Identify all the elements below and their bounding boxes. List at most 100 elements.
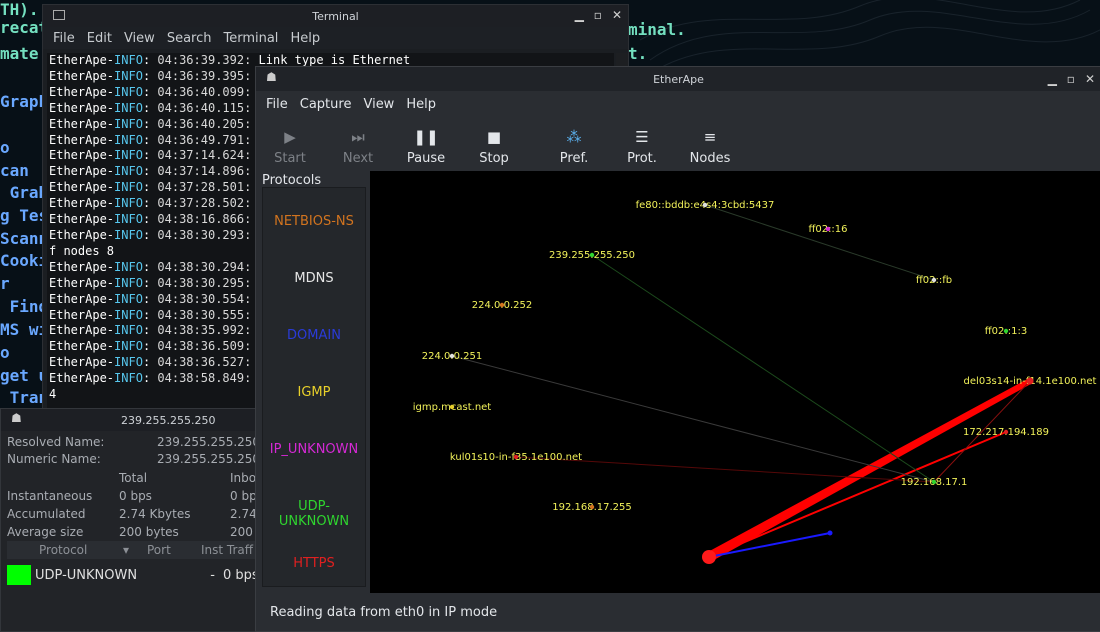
start-button-label: Start (274, 150, 306, 166)
terminal-time: 04:36:40.205: (157, 116, 252, 131)
terminal-sep: : (142, 259, 158, 274)
network-node-dot[interactable] (589, 252, 595, 258)
terminal-info: INFO (114, 323, 143, 338)
menu-help[interactable]: Help (402, 97, 444, 112)
terminal-tag: EtherApe- (49, 227, 115, 242)
desktop-text: Graph (0, 92, 49, 111)
terminal-menu-terminal[interactable]: Terminal (219, 31, 286, 46)
network-node-dot[interactable] (499, 302, 505, 308)
network-link[interactable] (708, 431, 1007, 558)
terminal-info: INFO (114, 116, 143, 131)
etherape-window[interactable]: ☗ EtherApe ▁ ▫ ✕ File Capture View Help … (255, 66, 1100, 632)
header-protocol[interactable]: Protocol (39, 543, 87, 557)
menu-capture[interactable]: Capture (296, 97, 360, 112)
maximize-icon[interactable]: ▫ (1067, 72, 1075, 86)
terminal-tag: EtherApe- (49, 132, 115, 147)
node-info-title: 239.255.255.250 (121, 413, 216, 427)
desktop-text: o (0, 138, 10, 157)
nodes-button[interactable]: ≡ Nodes (676, 117, 744, 175)
terminal-sep: : (142, 291, 158, 306)
network-diagram[interactable]: fe80::bddb:e4s4:3cbd:5437ff02::16239.255… (370, 171, 1100, 593)
desktop-text: Scann (0, 229, 49, 248)
node-info-titlebar[interactable]: ☗ 239.255.255.250 (1, 409, 259, 431)
terminal-menu-search[interactable]: Search (163, 31, 220, 46)
maximize-icon[interactable]: ▫ (594, 8, 602, 22)
stat-inbound: 200 (230, 525, 253, 539)
close-icon[interactable]: ✕ (612, 8, 622, 22)
network-node-dot[interactable] (827, 530, 833, 536)
terminal-tag: EtherApe- (49, 164, 115, 179)
protocol-legend-item[interactable]: NETBIOS-NS (263, 214, 365, 229)
network-node-dot[interactable] (702, 202, 708, 208)
row-inst-traffic: 0 bps (223, 567, 259, 583)
terminal-menu-edit[interactable]: Edit (83, 31, 120, 46)
node-info-window[interactable]: ☗ 239.255.255.250 Resolved Name: 239.255… (0, 408, 260, 632)
network-node-dot[interactable] (589, 504, 595, 510)
network-node-dot[interactable] (1003, 328, 1009, 334)
local-host-node[interactable] (702, 550, 716, 564)
terminal-titlebar[interactable]: Terminal ▁ ▫ ✕ (43, 5, 628, 27)
network-node-dot[interactable] (1003, 429, 1009, 435)
network-link[interactable] (591, 254, 935, 483)
protocols-panel: Protocols NETBIOS-NS MDNS DOMAIN IGMP IP_UNK… (262, 173, 368, 587)
terminal-tag: EtherApe- (49, 291, 115, 306)
terminal-info: INFO (114, 291, 143, 306)
terminal-menu-help[interactable]: Help (286, 31, 328, 46)
terminal-time: 04:36:40.099: (157, 84, 252, 99)
terminal-info: INFO (114, 100, 143, 115)
protocol-legend-item[interactable]: IP_UNKNOWN (263, 442, 365, 457)
prot-icon: ☰ (635, 127, 649, 146)
next-button[interactable]: ⏭ Next (324, 117, 392, 175)
network-node-dot[interactable] (449, 353, 455, 359)
pause-button[interactable]: ❚❚ Pause (392, 117, 460, 175)
prot-button[interactable]: ☰ Prot. (608, 117, 676, 175)
network-graph-svg[interactable]: fe80::bddb:e4s4:3cbd:5437ff02::16239.255… (370, 171, 1100, 593)
protocol-legend-item[interactable]: IGMP (263, 385, 365, 400)
network-node-dot[interactable] (931, 277, 937, 283)
protocol-legend-item[interactable]: HTTPS (263, 556, 365, 571)
header-inst-traffic[interactable]: Inst Traff (201, 543, 253, 557)
terminal-line-text: f nodes 8 (49, 243, 115, 258)
start-button[interactable]: ▶ Start (256, 117, 324, 175)
terminal-time: 04:37:28.501: (157, 180, 252, 195)
protocol-legend-item[interactable]: DOMAIN (263, 328, 365, 343)
network-link[interactable] (451, 355, 935, 483)
table-row[interactable]: UDP-UNKNOWN - 0 bps (7, 564, 259, 586)
minimize-icon[interactable]: ▁ (1048, 72, 1057, 86)
network-link[interactable] (704, 204, 935, 281)
stop-button-label: Stop (479, 150, 509, 166)
stat-total: 0 bps (119, 489, 152, 503)
network-node-dot[interactable] (931, 479, 937, 485)
pause-icon: ❚❚ (413, 127, 439, 146)
stat-label: Instantaneous (7, 489, 93, 503)
menu-view[interactable]: View (359, 97, 402, 112)
protocol-legend-item[interactable]: UDP-UNKNOWN (263, 499, 365, 529)
terminal-time: 04:38:30.293: (157, 227, 252, 242)
etherape-titlebar[interactable]: ☗ EtherApe ▁ ▫ ✕ (256, 67, 1100, 91)
close-icon[interactable]: ✕ (1085, 72, 1095, 86)
network-node-dot[interactable] (449, 404, 455, 410)
prot-button-label: Prot. (627, 150, 657, 166)
numeric-name-label: Numeric Name: (7, 452, 101, 466)
header-port[interactable]: Port (147, 543, 171, 557)
terminal-menu-view[interactable]: View (120, 31, 163, 46)
menu-file[interactable]: File (262, 97, 296, 112)
network-node-dot[interactable] (513, 454, 519, 460)
terminal-info: INFO (114, 196, 143, 211)
terminal-info: INFO (114, 307, 143, 322)
network-node-dot[interactable] (1026, 377, 1034, 385)
network-node-dot[interactable] (825, 226, 831, 232)
etherape-title: EtherApe (653, 72, 704, 86)
network-link[interactable] (706, 378, 1032, 562)
terminal-tag: EtherApe- (49, 196, 115, 211)
stop-button[interactable]: ■ Stop (460, 117, 528, 175)
protocol-legend-item[interactable]: MDNS (263, 271, 365, 286)
terminal-time: 04:37:14.896: (157, 164, 252, 179)
sort-chevron-icon[interactable]: ▾ (123, 543, 129, 557)
terminal-info: INFO (114, 164, 143, 179)
terminal-menu-file[interactable]: File (49, 31, 83, 46)
terminal-tag: EtherApe- (49, 84, 115, 99)
minimize-icon[interactable]: ▁ (575, 8, 584, 22)
pref-button[interactable]: ⁂ Pref. (540, 117, 608, 175)
terminal-info: INFO (114, 339, 143, 354)
